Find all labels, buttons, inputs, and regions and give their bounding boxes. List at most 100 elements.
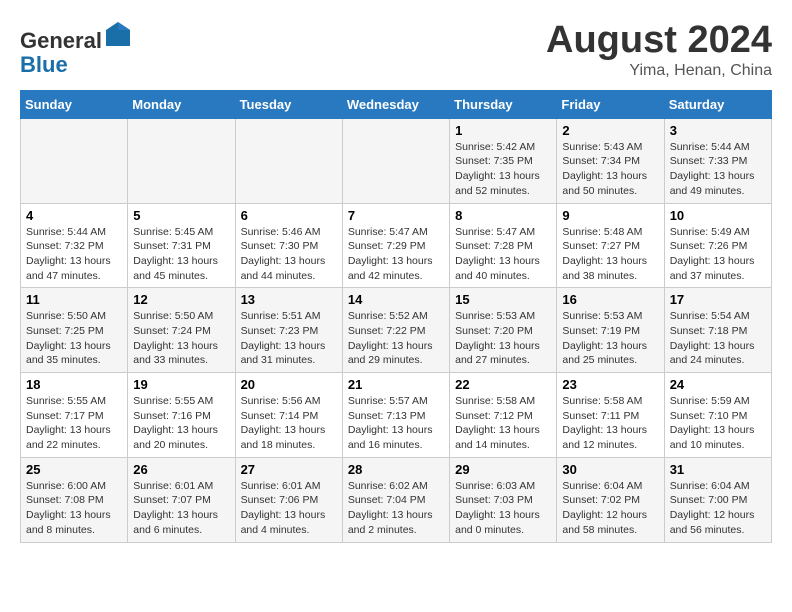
calendar-cell: 2 Sunrise: 5:43 AMSunset: 7:34 PMDaylight… [557, 118, 664, 203]
logo-icon [104, 20, 132, 48]
page-header: General Blue August 2024 Yima, Henan, Ch… [20, 20, 772, 80]
title-block: August 2024 Yima, Henan, China [546, 20, 772, 80]
day-info: Sunrise: 5:50 AMSunset: 7:25 PMDaylight:… [26, 309, 122, 368]
day-info: Sunrise: 5:53 AMSunset: 7:19 PMDaylight:… [562, 309, 658, 368]
day-number: 8 [455, 208, 551, 223]
day-info: Sunrise: 5:48 AMSunset: 7:27 PMDaylight:… [562, 225, 658, 284]
day-info: Sunrise: 5:43 AMSunset: 7:34 PMDaylight:… [562, 140, 658, 199]
day-number: 16 [562, 292, 658, 307]
day-number: 9 [562, 208, 658, 223]
day-info: Sunrise: 5:53 AMSunset: 7:20 PMDaylight:… [455, 309, 551, 368]
calendar-cell: 6 Sunrise: 5:46 AMSunset: 7:30 PMDaylight… [235, 203, 342, 288]
logo-blue-text: Blue [20, 53, 132, 77]
day-info: Sunrise: 5:58 AMSunset: 7:11 PMDaylight:… [562, 394, 658, 453]
weekday-header-saturday: Saturday [664, 90, 771, 118]
day-info: Sunrise: 6:04 AMSunset: 7:02 PMDaylight:… [562, 479, 658, 538]
weekday-header-thursday: Thursday [450, 90, 557, 118]
calendar-cell: 29 Sunrise: 6:03 AMSunset: 7:03 PMDayligh… [450, 457, 557, 542]
day-number: 4 [26, 208, 122, 223]
calendar-cell: 19Sunrise: 5:55 AMSunset: 7:16 PMDayligh… [128, 373, 235, 458]
day-number: 14 [348, 292, 444, 307]
day-info: Sunrise: 5:44 AMSunset: 7:33 PMDaylight:… [670, 140, 766, 199]
day-number: 12 [133, 292, 229, 307]
day-number: 27 [241, 462, 337, 477]
logo-general: General [20, 28, 102, 53]
calendar-cell: 11 Sunrise: 5:50 AMSunset: 7:25 PMDayligh… [21, 288, 128, 373]
day-info: Sunrise: 5:58 AMSunset: 7:12 PMDaylight:… [455, 394, 551, 453]
day-number: 29 [455, 462, 551, 477]
calendar-cell [21, 118, 128, 203]
calendar-week-0: 1 Sunrise: 5:42 AMSunset: 7:35 PMDaylight… [21, 118, 772, 203]
calendar-cell [342, 118, 449, 203]
day-number: 11 [26, 292, 122, 307]
day-info: Sunrise: 5:59 AMSunset: 7:10 PMDaylight:… [670, 394, 766, 453]
day-info: Sunrise: 5:51 AMSunset: 7:23 PMDaylight:… [241, 309, 337, 368]
day-number: 2 [562, 123, 658, 138]
day-info: Sunrise: 5:44 AMSunset: 7:32 PMDaylight:… [26, 225, 122, 284]
calendar-week-4: 25 Sunrise: 6:00 AMSunset: 7:08 PMDayligh… [21, 457, 772, 542]
weekday-header-wednesday: Wednesday [342, 90, 449, 118]
day-info: Sunrise: 5:50 AMSunset: 7:24 PMDaylight:… [133, 309, 229, 368]
calendar-cell: 27 Sunrise: 6:01 AMSunset: 7:06 PMDayligh… [235, 457, 342, 542]
day-info: Sunrise: 5:45 AMSunset: 7:31 PMDaylight:… [133, 225, 229, 284]
calendar-cell: 16 Sunrise: 5:53 AMSunset: 7:19 PMDayligh… [557, 288, 664, 373]
calendar-cell: 23 Sunrise: 5:58 AMSunset: 7:11 PMDayligh… [557, 373, 664, 458]
day-number: 6 [241, 208, 337, 223]
day-number: 13 [241, 292, 337, 307]
day-number: 23 [562, 377, 658, 392]
calendar-cell: 14Sunrise: 5:52 AMSunset: 7:22 PMDayligh… [342, 288, 449, 373]
day-info: Sunrise: 5:47 AMSunset: 7:28 PMDaylight:… [455, 225, 551, 284]
day-number: 26 [133, 462, 229, 477]
day-info: Sunrise: 5:55 AMSunset: 7:17 PMDaylight:… [26, 394, 122, 453]
day-number: 30 [562, 462, 658, 477]
month-title: August 2024 [546, 20, 772, 62]
day-number: 25 [26, 462, 122, 477]
calendar-cell: 21 Sunrise: 5:57 AMSunset: 7:13 PMDayligh… [342, 373, 449, 458]
day-info: Sunrise: 5:49 AMSunset: 7:26 PMDaylight:… [670, 225, 766, 284]
weekday-header-row: SundayMondayTuesdayWednesdayThursdayFrid… [21, 90, 772, 118]
calendar-cell: 26 Sunrise: 6:01 AMSunset: 7:07 PMDayligh… [128, 457, 235, 542]
day-info: Sunrise: 5:56 AMSunset: 7:14 PMDaylight:… [241, 394, 337, 453]
day-number: 22 [455, 377, 551, 392]
calendar-cell: 18 Sunrise: 5:55 AMSunset: 7:17 PMDayligh… [21, 373, 128, 458]
day-info: Sunrise: 5:57 AMSunset: 7:13 PMDaylight:… [348, 394, 444, 453]
logo-text: General [20, 20, 132, 53]
day-number: 31 [670, 462, 766, 477]
day-number: 15 [455, 292, 551, 307]
calendar-cell: 9 Sunrise: 5:48 AMSunset: 7:27 PMDaylight… [557, 203, 664, 288]
calendar-cell: 22 Sunrise: 5:58 AMSunset: 7:12 PMDayligh… [450, 373, 557, 458]
day-number: 18 [26, 377, 122, 392]
day-info: Sunrise: 6:03 AMSunset: 7:03 PMDaylight:… [455, 479, 551, 538]
day-info: Sunrise: 6:02 AMSunset: 7:04 PMDaylight:… [348, 479, 444, 538]
calendar-cell: 30 Sunrise: 6:04 AMSunset: 7:02 PMDayligh… [557, 457, 664, 542]
day-number: 28 [348, 462, 444, 477]
day-number: 7 [348, 208, 444, 223]
calendar-cell: 3Sunrise: 5:44 AMSunset: 7:33 PMDaylight… [664, 118, 771, 203]
day-info: Sunrise: 5:55 AMSunset: 7:16 PMDaylight:… [133, 394, 229, 453]
calendar-cell [235, 118, 342, 203]
calendar-cell: 31Sunrise: 6:04 AMSunset: 7:00 PMDayligh… [664, 457, 771, 542]
calendar-table: SundayMondayTuesdayWednesdayThursdayFrid… [20, 90, 772, 543]
calendar-cell: 20 Sunrise: 5:56 AMSunset: 7:14 PMDayligh… [235, 373, 342, 458]
day-number: 21 [348, 377, 444, 392]
day-info: Sunrise: 6:00 AMSunset: 7:08 PMDaylight:… [26, 479, 122, 538]
calendar-cell: 15 Sunrise: 5:53 AMSunset: 7:20 PMDayligh… [450, 288, 557, 373]
calendar-cell: 1 Sunrise: 5:42 AMSunset: 7:35 PMDaylight… [450, 118, 557, 203]
day-info: Sunrise: 5:42 AMSunset: 7:35 PMDaylight:… [455, 140, 551, 199]
calendar-cell: 7Sunrise: 5:47 AMSunset: 7:29 PMDaylight… [342, 203, 449, 288]
location-title: Yima, Henan, China [546, 62, 772, 80]
calendar-cell: 24Sunrise: 5:59 AMSunset: 7:10 PMDayligh… [664, 373, 771, 458]
day-number: 10 [670, 208, 766, 223]
weekday-header-sunday: Sunday [21, 90, 128, 118]
logo: General Blue [20, 20, 132, 77]
day-info: Sunrise: 5:46 AMSunset: 7:30 PMDaylight:… [241, 225, 337, 284]
calendar-week-1: 4 Sunrise: 5:44 AMSunset: 7:32 PMDaylight… [21, 203, 772, 288]
day-info: Sunrise: 6:01 AMSunset: 7:06 PMDaylight:… [241, 479, 337, 538]
calendar-cell: 17Sunrise: 5:54 AMSunset: 7:18 PMDayligh… [664, 288, 771, 373]
calendar-cell: 28 Sunrise: 6:02 AMSunset: 7:04 PMDayligh… [342, 457, 449, 542]
day-info: Sunrise: 6:01 AMSunset: 7:07 PMDaylight:… [133, 479, 229, 538]
day-number: 20 [241, 377, 337, 392]
calendar-cell: 12 Sunrise: 5:50 AMSunset: 7:24 PMDayligh… [128, 288, 235, 373]
calendar-cell: 8 Sunrise: 5:47 AMSunset: 7:28 PMDaylight… [450, 203, 557, 288]
day-number: 1 [455, 123, 551, 138]
